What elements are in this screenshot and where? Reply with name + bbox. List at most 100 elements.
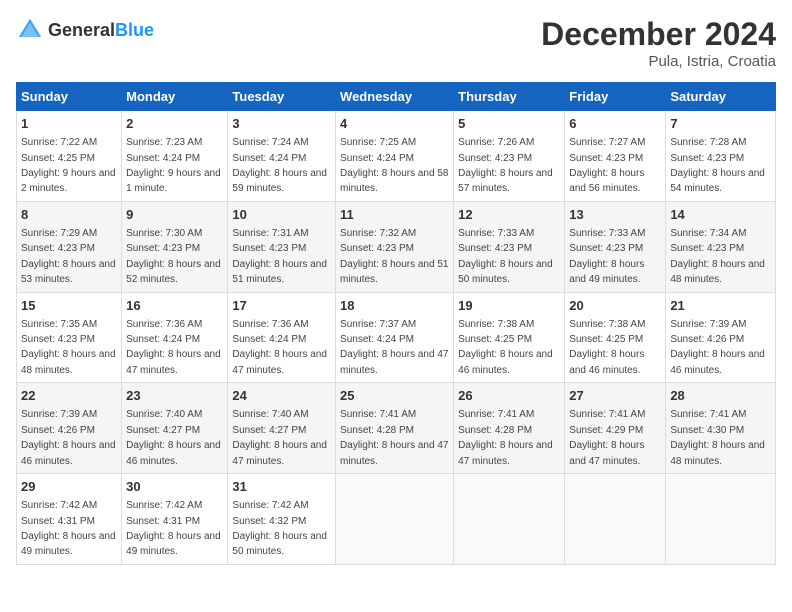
sunset-text: Sunset: 4:25 PM — [21, 153, 95, 164]
sunrise-text: Sunrise: 7:42 AM — [232, 500, 308, 511]
sunrise-text: Sunrise: 7:36 AM — [126, 319, 202, 330]
column-header-monday: Monday — [122, 83, 228, 111]
calendar-day-cell: 12Sunrise: 7:33 AMSunset: 4:23 PMDayligh… — [454, 201, 565, 292]
daylight-text: Daylight: 8 hours and 48 minutes. — [670, 259, 765, 285]
column-header-sunday: Sunday — [17, 83, 122, 111]
column-header-tuesday: Tuesday — [228, 83, 336, 111]
day-number: 2 — [126, 115, 223, 133]
calendar-day-cell: 9Sunrise: 7:30 AMSunset: 4:23 PMDaylight… — [122, 201, 228, 292]
sunrise-text: Sunrise: 7:25 AM — [340, 137, 416, 148]
sunset-text: Sunset: 4:23 PM — [232, 243, 306, 254]
calendar-week-row: 15Sunrise: 7:35 AMSunset: 4:23 PMDayligh… — [17, 292, 776, 383]
calendar-day-cell: 29 Sunrise: 7:42 AM Sunset: 4:31 PM Dayligh… — [17, 474, 122, 565]
calendar-empty-cell — [336, 474, 454, 565]
day-number: 30 — [126, 478, 223, 496]
day-number: 31 — [232, 478, 331, 496]
day-number: 18 — [340, 297, 449, 315]
sunrise-text: Sunrise: 7:42 AM — [21, 500, 97, 511]
sunset-text: Sunset: 4:24 PM — [232, 153, 306, 164]
calendar-day-cell: 28Sunrise: 7:41 AMSunset: 4:30 PMDayligh… — [666, 383, 776, 474]
daylight-text: Daylight: 9 hours and 1 minute. — [126, 168, 221, 194]
calendar-table: SundayMondayTuesdayWednesdayThursdayFrid… — [16, 82, 776, 565]
calendar-day-cell: 11Sunrise: 7:32 AMSunset: 4:23 PMDayligh… — [336, 201, 454, 292]
day-number: 4 — [340, 115, 449, 133]
calendar-day-cell: 20Sunrise: 7:38 AMSunset: 4:25 PMDayligh… — [565, 292, 666, 383]
day-number: 10 — [232, 206, 331, 224]
sunset-text: Sunset: 4:28 PM — [458, 425, 532, 436]
calendar-day-cell: 19Sunrise: 7:38 AMSunset: 4:25 PMDayligh… — [454, 292, 565, 383]
sunset-text: Sunset: 4:31 PM — [21, 516, 95, 527]
sunrise-text: Sunrise: 7:37 AM — [340, 319, 416, 330]
calendar-day-cell: 27 Sunrise: 7:41 AM Sunset: 4:29 PM Dayligh… — [565, 383, 666, 474]
sunset-text: Sunset: 4:23 PM — [126, 243, 200, 254]
daylight-text: Daylight: 8 hours and 49 minutes. — [569, 259, 644, 285]
column-header-saturday: Saturday — [666, 83, 776, 111]
daylight-text: Daylight: 8 hours and 46 minutes. — [21, 440, 116, 466]
column-header-friday: Friday — [565, 83, 666, 111]
sunset-text: Sunset: 4:32 PM — [232, 516, 306, 527]
sunset-text: Sunset: 4:26 PM — [670, 334, 744, 345]
sunrise-text: Sunrise: 7:33 AM — [569, 228, 645, 239]
calendar-day-cell: 3 Sunrise: 7:24 AM Sunset: 4:24 PM Daylight… — [228, 111, 336, 202]
sunset-text: Sunset: 4:24 PM — [340, 153, 414, 164]
sunrise-text: Sunrise: 7:23 AM — [126, 137, 202, 148]
calendar-day-cell: 17Sunrise: 7:36 AMSunset: 4:24 PMDayligh… — [228, 292, 336, 383]
day-number: 23 — [126, 387, 223, 405]
page-header: GeneralBlue December 2024 Pula, Istria, … — [16, 16, 776, 70]
calendar-empty-cell — [666, 474, 776, 565]
calendar-day-cell: 13Sunrise: 7:33 AMSunset: 4:23 PMDayligh… — [565, 201, 666, 292]
sunrise-text: Sunrise: 7:26 AM — [458, 137, 534, 148]
daylight-text: Daylight: 8 hours and 46 minutes. — [569, 349, 644, 375]
sunset-text: Sunset: 4:31 PM — [126, 516, 200, 527]
calendar-header-row: SundayMondayTuesdayWednesdayThursdayFrid… — [17, 83, 776, 111]
day-number: 22 — [21, 387, 117, 405]
sunrise-text: Sunrise: 7:27 AM — [569, 137, 645, 148]
daylight-text: Daylight: 8 hours and 49 minutes. — [126, 531, 221, 557]
sunrise-text: Sunrise: 7:36 AM — [232, 319, 308, 330]
day-number: 28 — [670, 387, 771, 405]
day-number: 12 — [458, 206, 560, 224]
daylight-text: Daylight: 8 hours and 47 minutes. — [340, 349, 448, 375]
sunset-text: Sunset: 4:23 PM — [670, 153, 744, 164]
sunrise-text: Sunrise: 7:34 AM — [670, 228, 746, 239]
daylight-text: Daylight: 8 hours and 53 minutes. — [21, 259, 116, 285]
calendar-day-cell: 14Sunrise: 7:34 AMSunset: 4:23 PMDayligh… — [666, 201, 776, 292]
sunrise-text: Sunrise: 7:39 AM — [670, 319, 746, 330]
sunset-text: Sunset: 4:23 PM — [670, 243, 744, 254]
day-number: 29 — [21, 478, 117, 496]
daylight-text: Daylight: 8 hours and 50 minutes. — [232, 531, 327, 557]
day-number: 16 — [126, 297, 223, 315]
daylight-text: Daylight: 8 hours and 59 minutes. — [232, 168, 327, 194]
calendar-day-cell: 15Sunrise: 7:35 AMSunset: 4:23 PMDayligh… — [17, 292, 122, 383]
daylight-text: Daylight: 8 hours and 46 minutes. — [126, 440, 221, 466]
calendar-day-cell: 6Sunrise: 7:27 AMSunset: 4:23 PMDaylight… — [565, 111, 666, 202]
calendar-week-row: 29 Sunrise: 7:42 AM Sunset: 4:31 PM Dayligh… — [17, 474, 776, 565]
calendar-day-cell: 24Sunrise: 7:40 AMSunset: 4:27 PMDayligh… — [228, 383, 336, 474]
logo-icon — [16, 16, 44, 44]
day-number: 27 — [569, 387, 661, 405]
calendar-day-cell: 30Sunrise: 7:42 AMSunset: 4:31 PMDayligh… — [122, 474, 228, 565]
sunset-text: Sunset: 4:23 PM — [569, 153, 643, 164]
daylight-text: Daylight: 8 hours and 52 minutes. — [126, 259, 221, 285]
sunrise-text: Sunrise: 7:41 AM — [670, 409, 746, 420]
daylight-text: Daylight: 8 hours and 47 minutes. — [569, 440, 644, 466]
sunrise-text: Sunrise: 7:24 AM — [232, 137, 308, 148]
sunset-text: Sunset: 4:23 PM — [340, 243, 414, 254]
calendar-day-cell: 16Sunrise: 7:36 AMSunset: 4:24 PMDayligh… — [122, 292, 228, 383]
main-title: December 2024 — [541, 16, 776, 53]
daylight-text: Daylight: 8 hours and 48 minutes. — [21, 349, 116, 375]
sunset-text: Sunset: 4:29 PM — [569, 425, 643, 436]
sunrise-text: Sunrise: 7:38 AM — [458, 319, 534, 330]
day-number: 3 — [232, 115, 331, 133]
sunrise-text: Sunrise: 7:41 AM — [569, 409, 645, 420]
sunset-text: Sunset: 4:23 PM — [569, 243, 643, 254]
daylight-text: Daylight: 8 hours and 47 minutes. — [340, 440, 448, 466]
calendar-day-cell: 18 Sunrise: 7:37 AM Sunset: 4:24 PM Dayligh… — [336, 292, 454, 383]
day-number: 11 — [340, 206, 449, 224]
sunset-text: Sunset: 4:24 PM — [126, 153, 200, 164]
sunset-text: Sunset: 4:24 PM — [340, 334, 414, 345]
sunset-text: Sunset: 4:27 PM — [126, 425, 200, 436]
calendar-empty-cell — [565, 474, 666, 565]
calendar-day-cell: 26Sunrise: 7:41 AMSunset: 4:28 PMDayligh… — [454, 383, 565, 474]
daylight-text: Daylight: 8 hours and 49 minutes. — [21, 531, 116, 557]
